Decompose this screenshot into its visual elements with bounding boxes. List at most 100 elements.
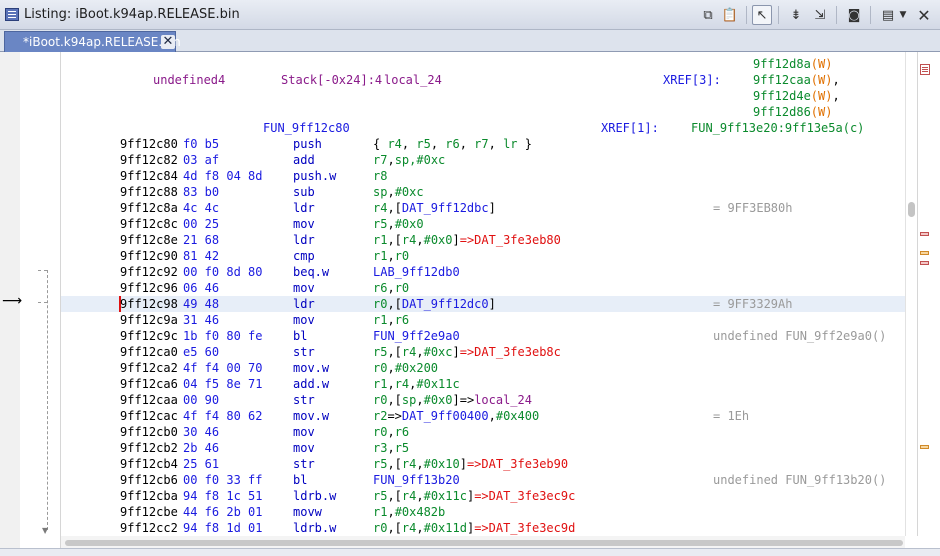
paste-icon[interactable]: 📋: [720, 5, 740, 25]
overview-bookmark-icon[interactable]: [920, 64, 930, 75]
instruction-mnemonic[interactable]: mov.w: [293, 361, 329, 375]
instruction-address[interactable]: 9ff12c92: [120, 265, 178, 279]
navigate-graph-icon[interactable]: ⇲: [810, 5, 830, 25]
instruction-row[interactable]: 9ff12cba 94 f8 1c 51 ldrb.w r5,[r4,#0x11c]=…: [61, 488, 905, 504]
instruction-mnemonic[interactable]: ldr: [293, 297, 315, 311]
instruction-address[interactable]: 9ff12c9c: [120, 329, 178, 343]
instruction-address[interactable]: 9ff12ca6: [120, 377, 178, 391]
instruction-row[interactable]: 9ff12c9c 1b f0 80 fe bl FUN_9ff2e9a0 undefin…: [61, 328, 905, 344]
instruction-row[interactable]: 9ff12ca2 4f f4 00 70 mov.w r0,#0x200: [61, 360, 905, 376]
instruction-row-selected[interactable]: 9ff12c98 49 48 ldr r0,[DAT_9ff12dc0] = 9FF33…: [61, 296, 905, 312]
instruction-bytes[interactable]: 00 f0 33 ff: [183, 473, 262, 487]
overview-marker[interactable]: [920, 261, 929, 265]
code-listing[interactable]: undefined4 Stack[-0x24]:4 local_24 XREF[…: [61, 52, 905, 536]
instruction-mnemonic[interactable]: mov: [293, 313, 315, 327]
instruction-row[interactable]: 9ff12c90 81 42 cmp r1,r0: [61, 248, 905, 264]
horizontal-scrollbar-thumb[interactable]: [65, 540, 903, 546]
instruction-row[interactable]: 9ff12c8c 00 25 mov r5,#0x0: [61, 216, 905, 232]
instruction-bytes[interactable]: 4f f4 80 62: [183, 409, 262, 423]
instruction-mnemonic[interactable]: str: [293, 345, 315, 359]
instruction-row[interactable]: 9ff12ca6 04 f5 8e 71 add.w r1,r4,#0x11c: [61, 376, 905, 392]
instruction-bytes[interactable]: 04 f5 8e 71: [183, 377, 262, 391]
instruction-address[interactable]: 9ff12cba: [120, 489, 178, 503]
instruction-bytes[interactable]: 21 68: [183, 233, 219, 247]
overview-marker[interactable]: [920, 251, 929, 255]
function-xref[interactable]: FUN_9ff13e20:9ff13e5a(c): [691, 121, 864, 135]
instruction-address[interactable]: 9ff12c88: [120, 185, 178, 199]
instruction-address[interactable]: 9ff12c84: [120, 169, 178, 183]
instruction-bytes[interactable]: 94 f8 1c 51: [183, 489, 262, 503]
instruction-address[interactable]: 9ff12c8c: [120, 217, 178, 231]
instruction-operands[interactable]: r0,#0x200: [373, 361, 438, 375]
instruction-mnemonic[interactable]: add.w: [293, 377, 329, 391]
instruction-address[interactable]: 9ff12cb2: [120, 441, 178, 455]
tab-listing[interactable]: *iBoot.k94ap.RELEASE.bin ✕: [4, 31, 181, 52]
instruction-row[interactable]: 9ff12c8a 4c 4c ldr r4,[DAT_9ff12dbc] = 9FF3E…: [61, 200, 905, 216]
menu-dropdown-icon[interactable]: ▼: [896, 5, 910, 25]
instruction-bytes[interactable]: e5 60: [183, 345, 219, 359]
instruction-operands[interactable]: r8: [373, 169, 387, 183]
instruction-mnemonic[interactable]: add: [293, 153, 315, 167]
instruction-mnemonic[interactable]: mov: [293, 281, 315, 295]
instruction-address[interactable]: 9ff12cc2: [120, 521, 178, 535]
instruction-mnemonic[interactable]: mov: [293, 441, 315, 455]
instruction-mnemonic[interactable]: cmp: [293, 249, 315, 263]
instruction-bytes[interactable]: 1b f0 80 fe: [183, 329, 262, 343]
instruction-address[interactable]: 9ff12cb0: [120, 425, 178, 439]
instruction-operands[interactable]: r5,[r4,#0x11c]=>DAT_3fe3ec9c: [373, 489, 575, 503]
instruction-bytes[interactable]: 83 b0: [183, 185, 219, 199]
instruction-bytes[interactable]: 25 61: [183, 457, 219, 471]
instruction-address[interactable]: 9ff12c90: [120, 249, 178, 263]
instruction-operands[interactable]: { r4, r5, r6, r7, lr }: [373, 137, 532, 151]
instruction-mnemonic[interactable]: mov: [293, 217, 315, 231]
instruction-operands[interactable]: r1,r0: [373, 249, 409, 263]
instruction-operands[interactable]: FUN_9ff13b20: [373, 473, 460, 487]
instruction-mnemonic[interactable]: str: [293, 393, 315, 407]
vertical-scrollbar-thumb[interactable]: [908, 202, 915, 217]
instruction-operands[interactable]: r0,[sp,#0x0]=>local_24: [373, 393, 532, 407]
overview-margin[interactable]: [917, 52, 940, 536]
instruction-row[interactable]: 9ff12c96 06 46 mov r6,r0: [61, 280, 905, 296]
instruction-operands[interactable]: r3,r5: [373, 441, 409, 455]
instruction-bytes[interactable]: f0 b5: [183, 137, 219, 151]
instruction-bytes[interactable]: 4c 4c: [183, 201, 219, 215]
instruction-address[interactable]: 9ff12cac: [120, 409, 178, 423]
vertical-scrollbar[interactable]: [905, 52, 917, 536]
instruction-operands[interactable]: FUN_9ff2e9a0: [373, 329, 460, 343]
instruction-row[interactable]: 9ff12c82 03 af add r7,sp,#0xc: [61, 152, 905, 168]
instruction-bytes[interactable]: 30 46: [183, 425, 219, 439]
instruction-row[interactable]: 9ff12ca0 e5 60 str r5,[r4,#0xc]=>DAT_3fe3eb…: [61, 344, 905, 360]
instruction-address[interactable]: 9ff12c8e: [120, 233, 178, 247]
instruction-mnemonic[interactable]: mov: [293, 425, 315, 439]
instruction-bytes[interactable]: 4f f4 00 70: [183, 361, 262, 375]
instruction-mnemonic[interactable]: ldrb.w: [293, 521, 336, 535]
instruction-bytes[interactable]: 00 f0 8d 80: [183, 265, 262, 279]
instruction-address[interactable]: 9ff12cb6: [120, 473, 178, 487]
instruction-operands[interactable]: r7,sp,#0xc: [373, 153, 445, 167]
instruction-operands[interactable]: r5,[r4,#0xc]=>DAT_3fe3eb8c: [373, 345, 561, 359]
instruction-mnemonic[interactable]: push: [293, 137, 322, 151]
instruction-row[interactable]: 9ff12cb0 30 46 mov r0,r6: [61, 424, 905, 440]
instruction-address[interactable]: 9ff12cbe: [120, 505, 178, 519]
navigation-down-icon[interactable]: ⇟: [786, 5, 806, 25]
instruction-operands[interactable]: r0,[r4,#0x11d]=>DAT_3fe3ec9d: [373, 521, 575, 535]
instruction-row[interactable]: 9ff12cb2 2b 46 mov r3,r5: [61, 440, 905, 456]
instruction-operands[interactable]: r4,[DAT_9ff12dbc]: [373, 201, 496, 215]
instruction-mnemonic[interactable]: mov.w: [293, 409, 329, 423]
instruction-address[interactable]: 9ff12caa: [120, 393, 178, 407]
instruction-operands[interactable]: r1,[r4,#0x0]=>DAT_3fe3eb80: [373, 233, 561, 247]
instruction-operands[interactable]: r1,#0x482b: [373, 505, 445, 519]
instruction-address[interactable]: 9ff12c8a: [120, 201, 178, 215]
instruction-operands[interactable]: r1,r4,#0x11c: [373, 377, 460, 391]
instruction-operands[interactable]: r6,r0: [373, 281, 409, 295]
instruction-operands[interactable]: r5,[r4,#0x10]=>DAT_3fe3eb90: [373, 457, 568, 471]
instruction-bytes[interactable]: 03 af: [183, 153, 219, 167]
instruction-row[interactable]: 9ff12caa 00 90 str r0,[sp,#0x0]=>local_24: [61, 392, 905, 408]
instruction-bytes[interactable]: 00 25: [183, 217, 219, 231]
instruction-mnemonic[interactable]: ldr: [293, 201, 315, 215]
instruction-address[interactable]: 9ff12c96: [120, 281, 178, 295]
instruction-address[interactable]: 9ff12ca0: [120, 345, 178, 359]
instruction-mnemonic[interactable]: bl: [293, 473, 307, 487]
instruction-operands[interactable]: sp,#0xc: [373, 185, 424, 199]
instruction-bytes[interactable]: 94 f8 1d 01: [183, 521, 262, 535]
